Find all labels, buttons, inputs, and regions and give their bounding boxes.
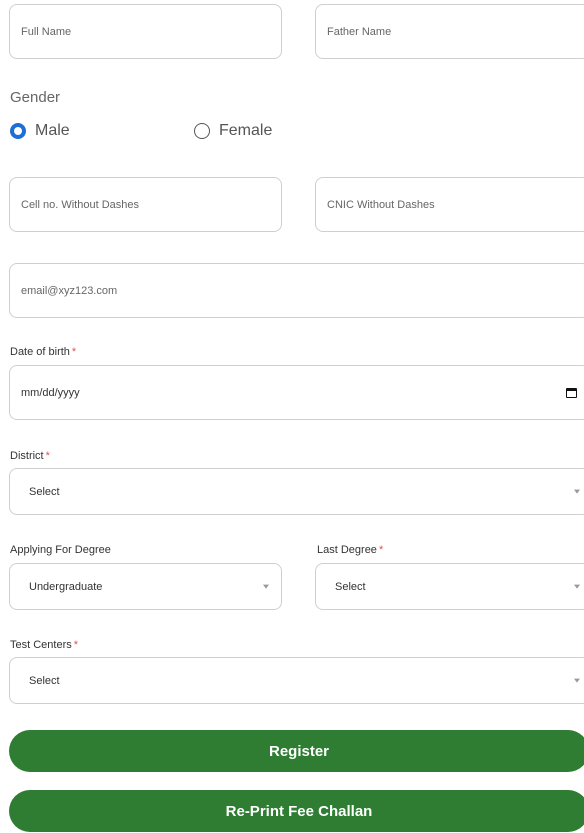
gender-label: Gender xyxy=(10,89,61,106)
required-mark: * xyxy=(71,346,77,358)
dob-input[interactable]: mm/dd/yyyy xyxy=(9,365,584,420)
district-select[interactable]: Select xyxy=(9,468,584,515)
cnic-placeholder: CNIC Without Dashes xyxy=(327,198,435,211)
test-centers-select[interactable]: Select xyxy=(9,657,584,704)
last-degree-value: Select xyxy=(335,580,366,593)
district-label-text: District xyxy=(10,450,44,462)
full-name-input[interactable]: Full Name xyxy=(9,4,282,59)
chevron-down-icon xyxy=(574,489,580,494)
chevron-down-icon xyxy=(574,678,580,683)
last-degree-label: Last Degree * xyxy=(317,544,383,556)
register-button[interactable]: Register xyxy=(9,730,584,772)
email-placeholder: email@xyz123.com xyxy=(21,284,118,297)
last-degree-label-text: Last Degree xyxy=(317,544,377,556)
gender-option-male[interactable]: Male xyxy=(10,122,70,140)
reprint-challan-button[interactable]: Re-Print Fee Challan xyxy=(9,790,584,832)
required-mark: * xyxy=(45,450,50,462)
father-name-placeholder: Father Name xyxy=(327,25,392,38)
gender-female-label: Female xyxy=(219,122,273,139)
cnic-input[interactable]: CNIC Without Dashes xyxy=(315,177,584,232)
chevron-down-icon xyxy=(574,584,580,589)
dob-label-text: Date of birth xyxy=(10,346,70,358)
radio-selected-icon[interactable] xyxy=(10,123,26,139)
test-centers-value: Select xyxy=(29,674,60,687)
district-value: Select xyxy=(29,485,60,498)
full-name-placeholder: Full Name xyxy=(21,25,72,38)
degree-value: Undergraduate xyxy=(29,580,103,593)
cell-number-input[interactable]: Cell no. Without Dashes xyxy=(9,177,282,232)
degree-label-text: Applying For Degree xyxy=(10,544,111,556)
calendar-icon[interactable] xyxy=(566,387,577,398)
cell-number-placeholder: Cell no. Without Dashes xyxy=(21,198,139,211)
father-name-input[interactable]: Father Name xyxy=(315,4,584,59)
chevron-down-icon xyxy=(263,584,269,589)
radio-unselected-icon[interactable] xyxy=(194,123,210,139)
dob-label: Date of birth * xyxy=(10,346,76,358)
gender-option-female[interactable]: Female xyxy=(194,122,272,140)
district-label: District * xyxy=(10,450,50,462)
test-centers-label-text: Test Centers xyxy=(10,639,72,651)
required-mark: * xyxy=(73,639,79,651)
required-mark: * xyxy=(378,544,384,556)
email-input[interactable]: email@xyz123.com xyxy=(9,263,584,318)
degree-label: Applying For Degree xyxy=(10,544,111,556)
degree-select[interactable]: Undergraduate xyxy=(9,563,282,610)
gender-male-label: Male xyxy=(35,122,70,139)
last-degree-select[interactable]: Select xyxy=(315,563,584,610)
dob-placeholder: mm/dd/yyyy xyxy=(21,386,80,399)
test-centers-label: Test Centers * xyxy=(10,639,78,651)
